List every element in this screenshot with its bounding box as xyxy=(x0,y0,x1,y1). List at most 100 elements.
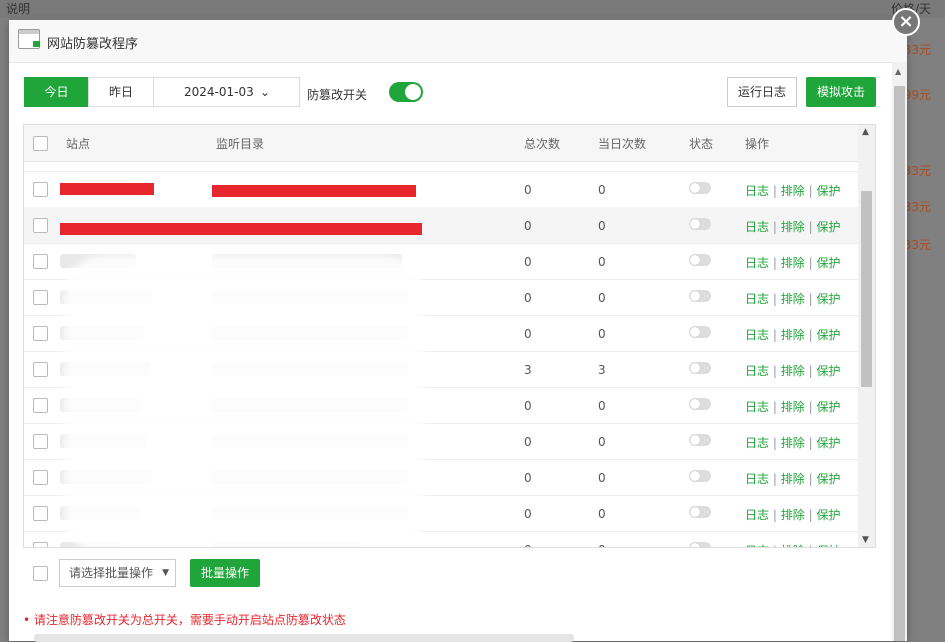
separator: | xyxy=(808,364,813,378)
table-scrollbar-thumb[interactable] xyxy=(861,191,872,387)
separator: | xyxy=(772,508,777,522)
protect-link[interactable]: 保护 xyxy=(816,544,840,547)
exclude-link[interactable]: 排除 xyxy=(781,328,805,342)
redacted-site xyxy=(60,183,154,195)
simulate-attack-button[interactable]: 模拟攻击 xyxy=(806,77,876,107)
date-select[interactable]: 2024-01-03 ⌄ xyxy=(153,77,300,107)
separator: | xyxy=(809,544,813,547)
protect-link[interactable]: 保护 xyxy=(816,220,840,234)
log-link[interactable]: 日志 xyxy=(745,364,769,378)
row-checkbox[interactable] xyxy=(33,470,48,485)
log-link[interactable]: 日志 xyxy=(745,328,769,342)
table-scrollbar[interactable]: ▲ ▼ xyxy=(858,125,875,547)
exclude-link[interactable]: 排除 xyxy=(781,220,805,234)
exclude-link[interactable]: 排除 xyxy=(781,544,805,547)
master-switch-toggle[interactable] xyxy=(389,82,423,102)
scroll-up-icon[interactable]: ▲ xyxy=(862,127,869,137)
protect-link[interactable]: 保护 xyxy=(816,256,840,270)
status-toggle[interactable] xyxy=(689,182,711,194)
row-checkbox[interactable] xyxy=(33,506,48,521)
total-count: 0 xyxy=(524,435,532,449)
log-link[interactable]: 日志 xyxy=(745,292,769,306)
tab-yesterday[interactable]: 昨日 xyxy=(88,77,154,107)
exclude-link[interactable]: 排除 xyxy=(781,184,805,198)
log-link[interactable]: 日志 xyxy=(745,436,769,450)
row-checkbox[interactable] xyxy=(33,254,48,269)
background-price: 33元 xyxy=(903,164,931,178)
protect-link[interactable]: 保护 xyxy=(816,436,840,450)
row-operations: 日志 | 排除 | 保护 xyxy=(745,470,840,487)
background-price: 33元 xyxy=(903,238,931,252)
row-checkbox[interactable] xyxy=(33,398,48,413)
status-toggle[interactable] xyxy=(689,434,711,446)
exclude-link[interactable]: 排除 xyxy=(781,400,805,414)
total-count: 0 xyxy=(524,219,532,233)
exclude-link[interactable]: 排除 xyxy=(781,472,805,486)
protect-link[interactable]: 保护 xyxy=(816,184,840,198)
scroll-down-icon[interactable]: ▼ xyxy=(862,535,869,545)
row-checkbox[interactable] xyxy=(33,326,48,341)
log-link[interactable]: 日志 xyxy=(745,508,769,522)
separator: | xyxy=(808,220,813,234)
separator: | xyxy=(808,508,813,522)
exclude-link[interactable]: 排除 xyxy=(781,508,805,522)
status-toggle[interactable] xyxy=(689,470,711,482)
status-toggle[interactable] xyxy=(689,290,711,302)
row-checkbox[interactable] xyxy=(33,542,48,547)
status-toggle[interactable] xyxy=(689,542,711,547)
log-link[interactable]: 日志 xyxy=(745,184,769,198)
status-toggle[interactable] xyxy=(689,254,711,266)
log-link[interactable]: 日志 xyxy=(745,400,769,414)
row-operations: 日志 | 排除 | 保护 xyxy=(745,362,840,379)
today-count: 0 xyxy=(598,327,606,341)
row-operations: 日志 | 排除 | 保护 xyxy=(745,182,840,199)
row-checkbox[interactable] xyxy=(33,182,48,197)
protect-link[interactable]: 保护 xyxy=(816,472,840,486)
status-toggle[interactable] xyxy=(689,362,711,374)
row-checkbox[interactable] xyxy=(33,362,48,377)
row-checkbox[interactable] xyxy=(33,218,48,233)
log-link[interactable]: 日志 xyxy=(745,256,769,270)
total-count: 0 xyxy=(524,507,532,521)
exclude-link[interactable]: 排除 xyxy=(781,436,805,450)
privacy-blur xyxy=(64,255,424,547)
close-icon[interactable]: × xyxy=(892,8,920,36)
tab-today[interactable]: 今日 xyxy=(24,77,89,107)
toggle-knob xyxy=(405,84,421,100)
row-checkbox[interactable] xyxy=(33,434,48,449)
exclude-link[interactable]: 排除 xyxy=(781,256,805,270)
log-link[interactable]: 日志 xyxy=(745,220,769,234)
status-toggle[interactable] xyxy=(689,506,711,518)
row-operations: 日志 | 排除 | 保护 xyxy=(745,326,840,343)
footer-select-all-checkbox[interactable] xyxy=(33,566,48,581)
protect-link[interactable]: 保护 xyxy=(816,364,840,378)
dialog-scrollbar[interactable]: ▲ xyxy=(892,62,907,641)
protect-link[interactable]: 保护 xyxy=(816,400,840,414)
batch-operation-select[interactable]: 请选择批量操作 ▼ xyxy=(59,559,176,587)
exclude-link[interactable]: 排除 xyxy=(781,364,805,378)
batch-operation-button[interactable]: 批量操作 xyxy=(190,559,260,587)
protect-link[interactable]: 保护 xyxy=(816,328,840,342)
protect-link[interactable]: 保护 xyxy=(816,292,840,306)
today-count: 0 xyxy=(598,219,606,233)
row-checkbox[interactable] xyxy=(33,290,48,305)
today-count: 0 xyxy=(598,435,606,449)
background-price: 33元 xyxy=(903,43,931,57)
scroll-up-icon[interactable]: ▲ xyxy=(895,67,901,76)
status-toggle[interactable] xyxy=(689,326,711,338)
table-row xyxy=(24,135,858,172)
run-log-button[interactable]: 运行日志 xyxy=(727,77,797,107)
today-count: 0 xyxy=(598,399,606,413)
log-link[interactable]: 日志 xyxy=(745,544,769,547)
today-count: 0 xyxy=(598,471,606,485)
status-toggle[interactable] xyxy=(689,218,711,230)
separator: | xyxy=(808,328,813,342)
separator: | xyxy=(772,256,777,270)
dialog-scrollbar-thumb[interactable] xyxy=(894,86,905,641)
exclude-link[interactable]: 排除 xyxy=(781,292,805,306)
separator: | xyxy=(772,364,777,378)
protect-link[interactable]: 保护 xyxy=(816,508,840,522)
status-toggle[interactable] xyxy=(689,398,711,410)
separator: | xyxy=(808,292,813,306)
log-link[interactable]: 日志 xyxy=(745,472,769,486)
